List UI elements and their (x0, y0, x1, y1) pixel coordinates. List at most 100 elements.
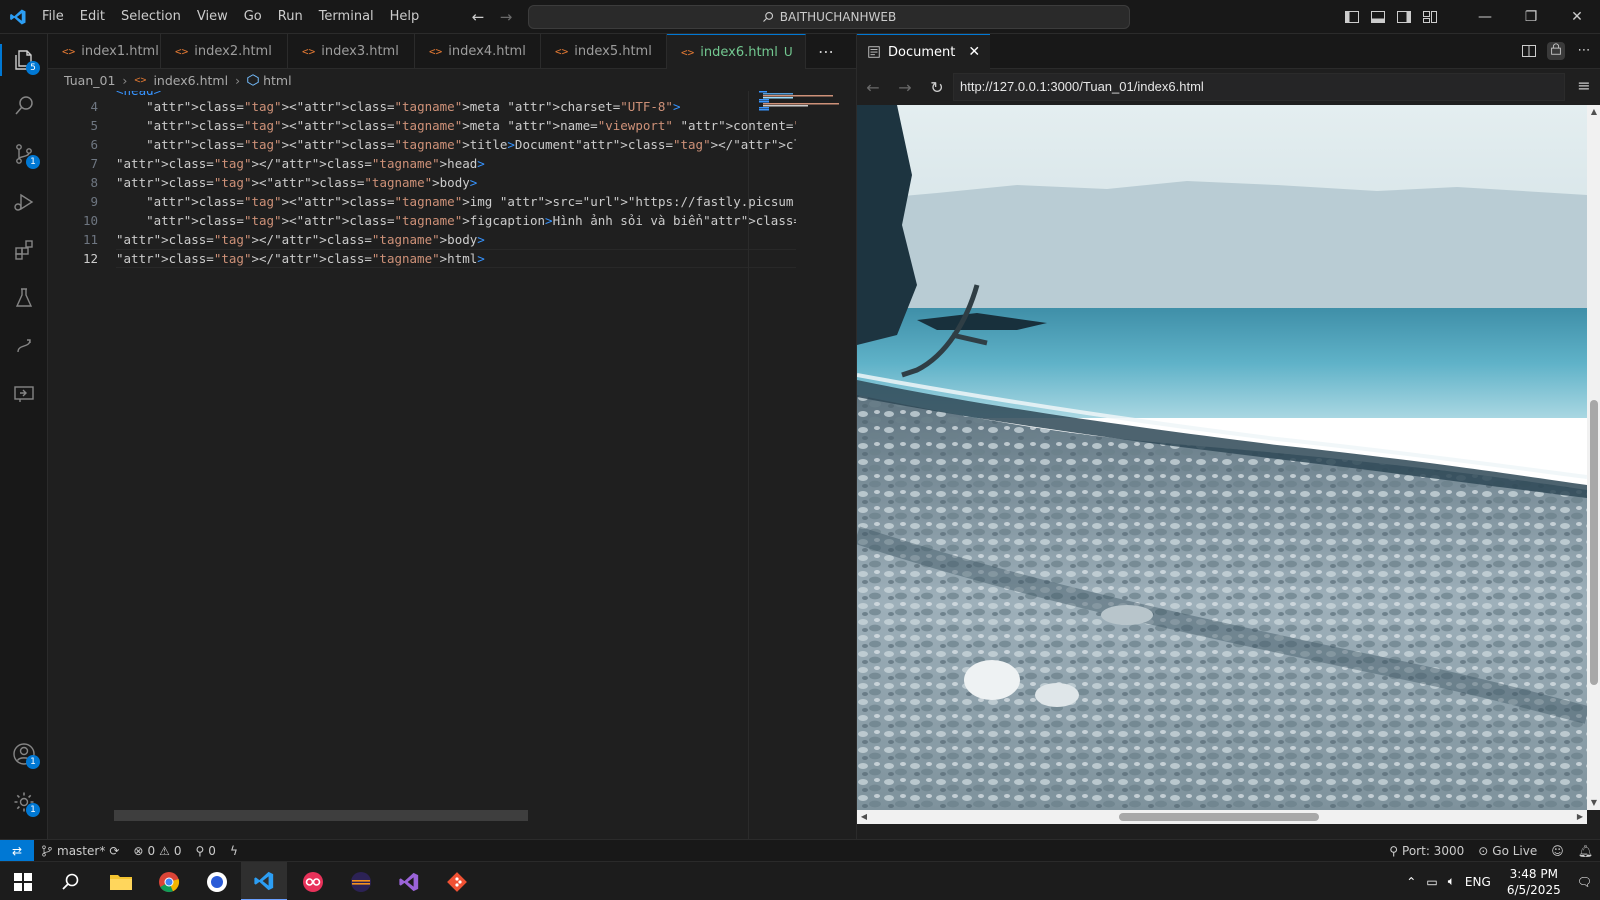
menu-file[interactable]: File (34, 0, 72, 34)
git-graph-button[interactable] (0, 322, 48, 370)
notification-icon[interactable]: 🗨︎ (1577, 875, 1592, 889)
volume-icon[interactable]: 🔈︎ (1448, 874, 1455, 889)
branch-status[interactable]: master* ⟳ (34, 844, 126, 858)
file-explorer-icon[interactable] (98, 862, 144, 900)
menu-edit[interactable]: Edit (72, 0, 113, 34)
close-window-button[interactable]: ✕ (1554, 0, 1600, 34)
scrollbar-thumb[interactable] (1590, 400, 1598, 685)
language-indicator[interactable]: ENG (1465, 875, 1491, 889)
menu-view[interactable]: View (189, 0, 236, 34)
scroll-right-icon[interactable]: ▶ (1573, 810, 1587, 824)
tab-index6[interactable]: <> index6.html U (667, 34, 806, 69)
line-number: 8 (90, 175, 98, 190)
more-actions-icon[interactable]: ⋯ (806, 34, 846, 68)
manage-button[interactable]: 1 (0, 778, 48, 826)
close-icon[interactable]: ✕ (968, 44, 980, 60)
code-line: "attr">class="tag"><"attr">class="tagnam… (116, 135, 796, 154)
source-control-button[interactable]: 1 (0, 130, 48, 178)
go-live-button[interactable]: ⊙ Go Live (1471, 844, 1544, 858)
bell-icon[interactable]: 🔔︎ (1571, 844, 1600, 858)
remote-indicator-icon[interactable]: ⇄ (0, 839, 34, 862)
minimap[interactable] (748, 91, 839, 839)
scroll-down-icon[interactable]: ▼ (1587, 796, 1600, 810)
toggle-primary-sidebar-icon[interactable] (1344, 9, 1360, 25)
code-content[interactable]: <head> "attr">class="tag"><"attr">class=… (116, 91, 796, 268)
hamburger-menu-icon[interactable]: ≡ (1575, 77, 1593, 95)
menu-help[interactable]: Help (382, 0, 428, 34)
scroll-up-icon[interactable]: ▲ (1587, 105, 1600, 119)
browser-vertical-scrollbar[interactable]: ▲ ▼ (1587, 105, 1600, 810)
accounts-button[interactable]: 1 (0, 730, 48, 778)
split-editor-icon[interactable] (1521, 43, 1537, 59)
line-number: 11 (82, 232, 98, 247)
tab-label: index2.html (194, 44, 272, 59)
code-line: "attr">class="tag"></"attr">class="tagna… (116, 154, 796, 173)
browser-back-icon[interactable]: ← (857, 71, 889, 103)
tab-index2[interactable]: <> index2.html (161, 34, 288, 69)
app-icon[interactable] (290, 862, 336, 900)
search-button[interactable] (0, 82, 48, 130)
problems-status[interactable]: ⊗ 0 ⚠ 0 (126, 844, 188, 858)
chevron-right-icon: › (122, 72, 128, 88)
taskbar-search-icon[interactable] (48, 862, 94, 900)
tab-index4[interactable]: <> index4.html (415, 34, 541, 69)
windows-start-icon[interactable] (0, 862, 46, 900)
eclipse-icon[interactable] (338, 862, 384, 900)
chrome-icon[interactable] (146, 862, 192, 900)
reload-icon[interactable]: ↻ (921, 71, 953, 103)
testing-button[interactable] (0, 274, 48, 322)
browser-forward-icon[interactable]: → (889, 71, 921, 103)
symbol-icon (247, 74, 259, 86)
visual-studio-icon[interactable] (386, 862, 432, 900)
menu-terminal[interactable]: Terminal (311, 0, 382, 34)
back-arrow-icon[interactable]: ← (468, 7, 488, 27)
network-icon[interactable]: ▭ (1426, 875, 1437, 889)
app-icon[interactable] (194, 862, 240, 900)
copilot-icon[interactable]: ☺ (1544, 844, 1571, 858)
html-file-icon: <> (555, 45, 569, 58)
breadcrumb-symbol[interactable]: html (263, 73, 291, 88)
remote-explorer-button[interactable] (0, 370, 48, 418)
minimize-button[interactable]: — (1462, 0, 1508, 34)
menu-go[interactable]: Go (236, 0, 270, 34)
run-debug-button[interactable] (0, 178, 48, 226)
tab-index3[interactable]: <> index3.html (288, 34, 415, 69)
page-viewport[interactable] (857, 105, 1587, 810)
command-center[interactable]: BAITHUCHANHWEB (528, 5, 1130, 29)
scrollbar-thumb[interactable] (1119, 813, 1319, 821)
more-actions-icon[interactable]: ⋯ (1575, 42, 1593, 60)
browser-horizontal-scrollbar[interactable]: ◀ ▶ (857, 810, 1587, 824)
extensions-button[interactable] (0, 226, 48, 274)
broadcast-icon: ⚲ (1389, 843, 1399, 858)
tab-index1[interactable]: <> index1.html (48, 34, 161, 69)
chevron-up-icon[interactable]: ⌃ (1406, 875, 1416, 889)
lightning-icon[interactable]: ϟ (223, 844, 245, 858)
explorer-button[interactable]: 5 (0, 36, 48, 84)
git-icon[interactable] (434, 862, 480, 900)
tab-index5[interactable]: <> index5.html (541, 34, 667, 69)
clock[interactable]: 3:48 PM 6/5/2025 (1501, 866, 1567, 898)
code-text: "attr">class="tag"><"attr">class="tagnam… (146, 118, 796, 133)
editor-horizontal-scrollbar[interactable] (114, 810, 528, 821)
code-editor[interactable]: 4 5 6 7 8 9 10 11 12 <head> "attr">class… (48, 91, 856, 839)
code-text: "attr">class="tag"></"attr">class="tagna… (116, 251, 485, 266)
scroll-left-icon[interactable]: ◀ (857, 810, 871, 824)
forward-arrow-icon[interactable]: → (496, 7, 516, 27)
sync-icon[interactable]: ⟳ (109, 844, 119, 858)
browser-tab-bar: Document ✕ ⋯ (857, 34, 1600, 69)
url-input[interactable]: http://127.0.0.1:3000/Tuan_01/index6.htm… (953, 73, 1565, 101)
port-status[interactable]: ⚲ Port: 3000 (1382, 844, 1471, 858)
menu-run[interactable]: Run (270, 0, 311, 34)
toggle-secondary-sidebar-icon[interactable] (1396, 9, 1412, 25)
breadcrumb-folder[interactable]: Tuan_01 (64, 73, 115, 88)
restore-button[interactable]: ❐ (1508, 0, 1554, 34)
windows-taskbar: ⌃ ▭ 🔈︎ ENG 3:48 PM 6/5/2025 🗨︎ (0, 861, 1600, 900)
lock-icon[interactable] (1547, 42, 1565, 60)
tab-document[interactable]: Document ✕ (857, 34, 991, 69)
vscode-taskbar-icon[interactable] (241, 862, 287, 900)
ports-status[interactable]: ⚲ 0 (189, 844, 223, 858)
customize-layout-icon[interactable] (1422, 9, 1438, 25)
menu-selection[interactable]: Selection (113, 0, 189, 34)
toggle-panel-icon[interactable] (1370, 9, 1386, 25)
breadcrumb-file[interactable]: index6.html (153, 73, 228, 88)
